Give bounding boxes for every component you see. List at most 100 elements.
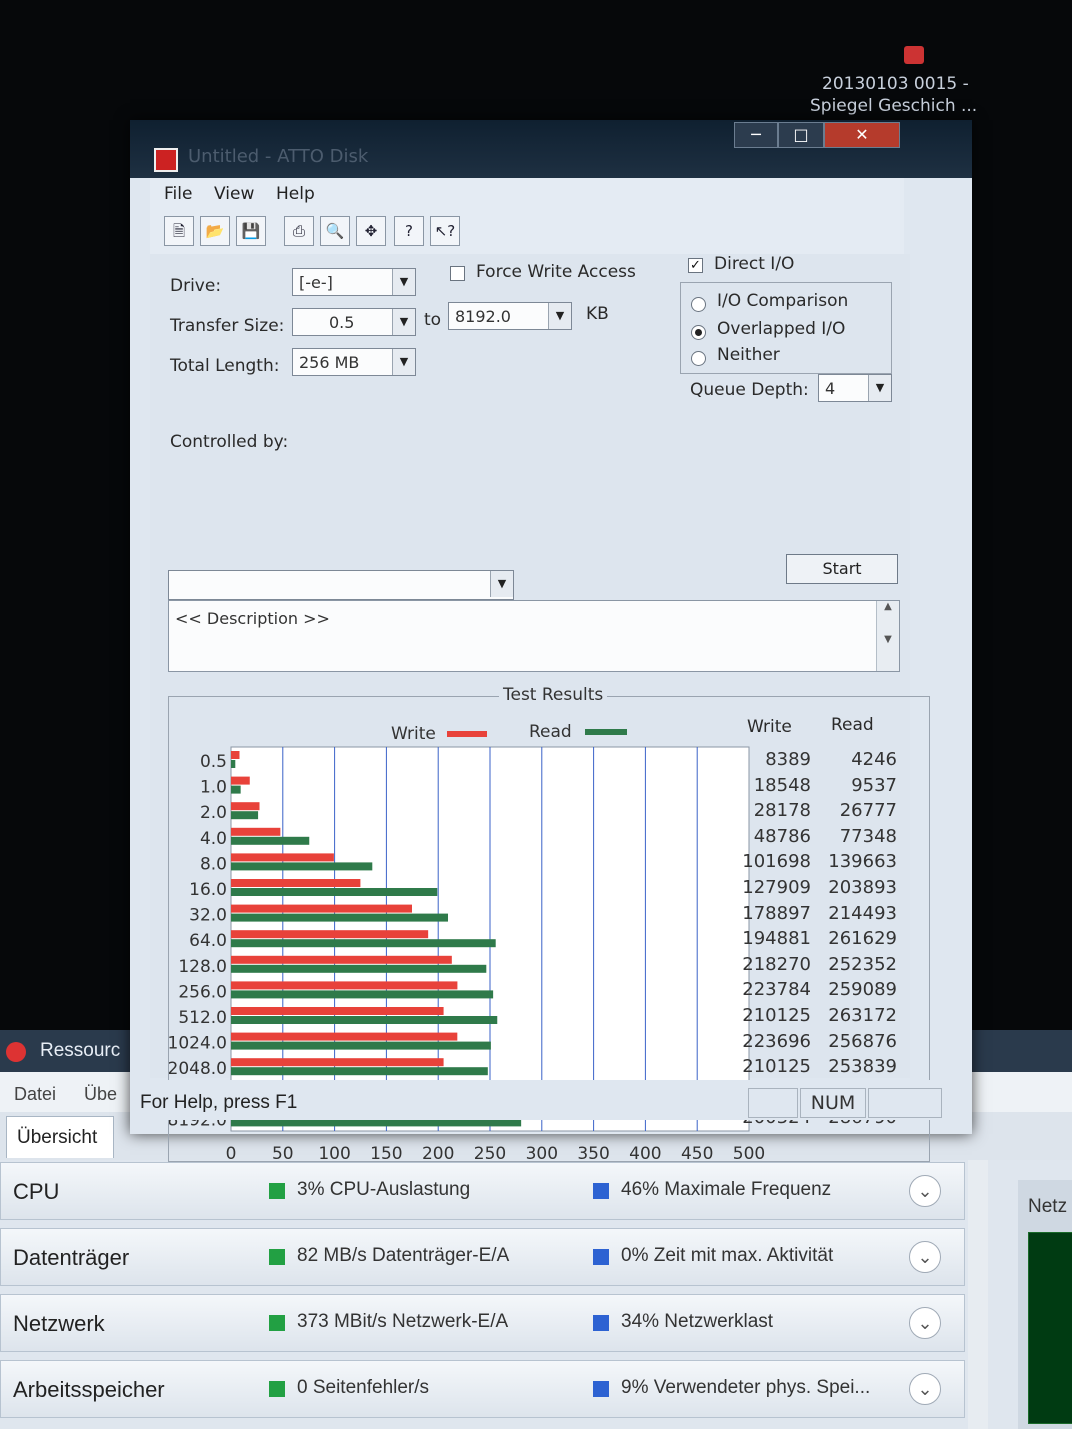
help-icon[interactable]: ? [394, 216, 424, 246]
chevron-down-icon[interactable]: ▼ [392, 349, 415, 375]
resmon-menu-ueberwachen[interactable]: Übe [84, 1084, 117, 1105]
desktop-video-clip[interactable]: 20130103 0015 - Spiegel Geschich ... [808, 40, 988, 120]
force-write-checkbox[interactable] [450, 266, 465, 281]
category-label: 0.5 [200, 752, 227, 772]
resmon-row-cpu[interactable]: CPU 3% CPU-Auslastung 46% Maximale Frequ… [0, 1162, 965, 1220]
description-box[interactable]: << Description >> ▲ ▼ [168, 600, 900, 672]
save-icon[interactable]: 💾 [236, 216, 266, 246]
chevron-down-icon[interactable]: ⌄ [909, 1241, 941, 1273]
controlled-by-label: Controlled by: [170, 432, 289, 452]
read-bar [231, 1067, 488, 1076]
read-bar [231, 760, 236, 768]
legend-read-label: Read [529, 722, 572, 742]
print-icon[interactable]: ⎙ [284, 216, 314, 246]
read-value: 256876 [828, 1030, 897, 1052]
resmon-row-netzwerk[interactable]: Netzwerk 373 MBit/s Netzwerk-E/A 34% Net… [0, 1294, 965, 1352]
write-value: 194881 [742, 928, 811, 950]
chevron-down-icon[interactable]: ▼ [490, 571, 513, 597]
io-comparison-radio[interactable] [691, 297, 706, 312]
window-title: Untitled - ATTO Disk [188, 146, 369, 167]
blue-legend-icon [593, 1381, 609, 1397]
move-icon[interactable]: ✥ [356, 216, 386, 246]
row-green-stat: 82 MB/s Datenträger-E/A [297, 1245, 510, 1266]
category-label: 512.0 [178, 1008, 227, 1028]
x-tick-label: 150 [370, 1144, 402, 1161]
drive-select[interactable]: [-e-] ▼ [292, 268, 416, 296]
write-bar [231, 827, 281, 836]
blue-legend-icon [593, 1315, 609, 1331]
total-length-value: 256 MB [299, 353, 360, 372]
write-value: 178897 [742, 902, 811, 924]
read-value: 26777 [839, 800, 897, 822]
write-bar [231, 751, 240, 759]
total-length-select[interactable]: 256 MB ▼ [292, 348, 416, 376]
write-value: 18548 [753, 774, 811, 796]
menu-help[interactable]: Help [276, 184, 315, 204]
legend-read-swatch [585, 729, 627, 735]
category-label: 128.0 [178, 957, 227, 977]
close-button[interactable]: ✕ [824, 122, 900, 148]
read-value: 9537 [851, 774, 897, 796]
category-label: 256.0 [178, 982, 227, 1002]
resmon-title: Ressourc [40, 1040, 121, 1061]
menu-view[interactable]: View [214, 184, 254, 204]
read-bar [231, 913, 449, 922]
controlled-by-select[interactable]: ▼ [168, 570, 514, 600]
read-bar [231, 785, 241, 794]
chevron-down-icon[interactable]: ⌄ [909, 1175, 941, 1207]
read-value: 253839 [828, 1056, 897, 1078]
write-bar [231, 776, 250, 785]
transfer-to-select[interactable]: 8192.0 ▼ [448, 302, 572, 330]
direct-io-checkbox[interactable]: ✓ [688, 258, 703, 273]
resmon-row-arbeitsspeicher[interactable]: Arbeitsspeicher 0 Seitenfehler/s 9% Verw… [0, 1360, 965, 1418]
resmon-row-datentraeger[interactable]: Datenträger 82 MB/s Datenträger-E/A 0% Z… [0, 1228, 965, 1286]
read-bar [231, 964, 487, 973]
statusbar: For Help, press F1 NUM [130, 1080, 972, 1120]
start-button[interactable]: Start [786, 554, 898, 584]
chevron-down-icon[interactable]: ▼ [868, 375, 891, 401]
kb-label: KB [586, 304, 609, 324]
write-value: 210125 [742, 1005, 811, 1026]
new-icon[interactable]: 🗎 [164, 216, 194, 246]
minimize-button[interactable]: ─ [734, 122, 778, 148]
force-write-label: Force Write Access [476, 262, 636, 282]
chevron-down-icon[interactable]: ▼ [392, 309, 415, 335]
read-bar [231, 939, 496, 948]
context-help-icon[interactable]: ↖? [430, 216, 460, 246]
open-icon[interactable]: 📂 [200, 216, 230, 246]
queue-depth-label: Queue Depth: [690, 380, 809, 400]
green-legend-icon [269, 1315, 285, 1331]
description-scrollbar[interactable]: ▲ ▼ [876, 601, 899, 671]
row-blue-stat: 9% Verwendeter phys. Spei... [621, 1377, 871, 1398]
resmon-scrollbar[interactable] [968, 1160, 988, 1429]
write-bar [231, 981, 458, 990]
toolbar: 🗎 📂 💾 ⎙ 🔍 ✥ ? ↖? [150, 208, 904, 255]
read-bar [231, 888, 438, 896]
row-blue-stat: 0% Zeit mit max. Aktivität [621, 1245, 834, 1266]
drive-value: [-e-] [299, 273, 333, 292]
resmon-menu-datei[interactable]: Datei [14, 1084, 56, 1105]
neither-radio[interactable] [691, 351, 706, 366]
read-value: 214493 [828, 902, 897, 924]
overlapped-io-radio[interactable] [691, 325, 706, 340]
tab-uebersicht[interactable]: Übersicht [6, 1116, 114, 1158]
chevron-down-icon[interactable]: ▼ [392, 269, 415, 295]
transfer-from-select[interactable]: 0.5 ▼ [292, 308, 416, 336]
row-name: Netzwerk [13, 1311, 105, 1336]
chevron-down-icon[interactable]: ▼ [548, 303, 571, 329]
menu-file[interactable]: File [164, 184, 192, 204]
status-num: NUM [800, 1088, 866, 1118]
blue-legend-icon [593, 1183, 609, 1199]
write-bar [231, 955, 452, 964]
transfer-from-value: 0.5 [329, 313, 355, 332]
chevron-down-icon[interactable]: ⌄ [909, 1307, 941, 1339]
chevron-down-icon[interactable]: ⌄ [909, 1373, 941, 1405]
resmon-side-panel: Netz [1018, 1180, 1072, 1429]
maximize-button[interactable]: □ [778, 122, 824, 148]
atto-titlebar[interactable]: Untitled - ATTO Disk ─ □ ✕ [130, 120, 972, 178]
queue-depth-select[interactable]: 4 ▼ [818, 374, 892, 402]
write-column-header: Write [747, 717, 792, 737]
x-tick-label: 50 [272, 1144, 294, 1161]
print-preview-icon[interactable]: 🔍 [320, 216, 350, 246]
read-value: 261629 [828, 928, 897, 950]
